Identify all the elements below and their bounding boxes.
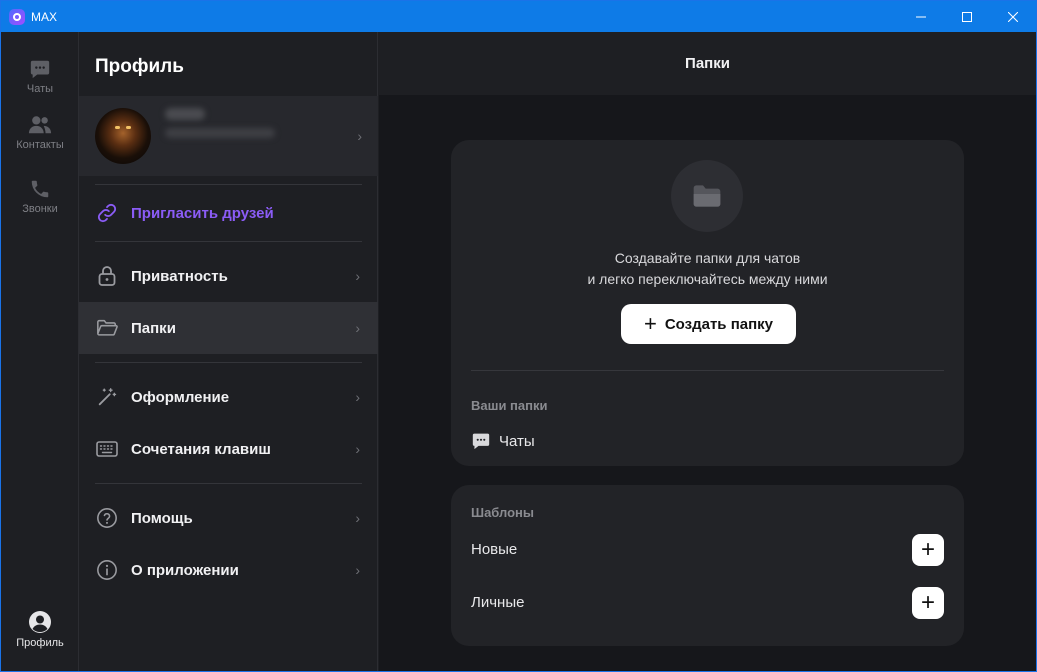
menu-label-appearance: Оформление [131,388,230,406]
menu-label-folders: Папки [131,319,176,337]
window-title: MAX [31,9,58,24]
menu-label-help: Помощь [131,509,193,527]
contacts-icon [28,116,52,134]
avatar [95,108,151,164]
app-logo-icon [9,8,25,25]
content-header: Папки [379,32,1036,95]
menu-item-about[interactable]: О приложении › [79,544,378,596]
maximize-icon [962,11,972,22]
folder-illustration [671,160,743,232]
lock-icon [95,264,119,288]
rail-item-calls[interactable]: Звонки [1,178,79,215]
add-template-personal-button[interactable]: + [912,587,944,619]
magic-wand-icon [95,385,119,409]
panel-title: Профиль [95,56,184,77]
template-label-personal: Личные [471,594,525,611]
close-icon [1008,11,1018,22]
profile-card[interactable]: › [79,96,378,176]
create-folder-label: Создать папку [664,315,774,333]
menu-item-shortcuts[interactable]: Сочетания клавиш › [79,423,378,475]
rail-label-contacts: Контакты [16,139,64,151]
invite-friends-button[interactable]: Пригласить друзей [79,187,378,239]
app-window: MAX Чаты Контакты Звонки Профиль Профиль… [0,0,1037,672]
chevron-right-icon: › [355,320,360,336]
promo-text: Создавайте папки для чатов и легко перек… [451,248,964,290]
menu-item-privacy[interactable]: Приватность › [79,250,378,302]
rail-label-chats: Чаты [26,83,54,95]
rail-label-profile: Профиль [16,637,64,649]
rail-item-chats[interactable]: Чаты [1,58,79,95]
chevron-right-icon: › [355,268,360,284]
templates-card: Шаблоны Новые + Личные + [451,485,964,646]
folders-content: Папки Создавайте папки для чатов и легко… [379,32,1036,671]
divider [471,370,944,371]
link-icon [95,201,119,225]
chevron-right-icon: › [355,562,360,578]
info-circle-icon [95,558,119,582]
divider [95,184,362,185]
chevron-right-icon: › [355,441,360,457]
minimize-icon [916,16,926,17]
divider [95,362,362,363]
chevron-right-icon: › [355,510,360,526]
folder-item[interactable]: Чаты [471,432,535,450]
add-template-new-button[interactable]: + [912,534,944,566]
plus-icon: + [643,311,657,336]
menu-item-help[interactable]: Помощь › [79,492,378,544]
menu-label-about: О приложении [131,561,239,579]
help-circle-icon [95,506,119,530]
profile-panel: Профиль › Пригласить друзей Приватность … [79,32,378,671]
promo-line-2: и легко переключайтесь между ними [587,271,828,287]
invite-friends-label: Пригласить друзей [131,204,274,222]
your-folders-title: Ваши папки [471,398,548,413]
template-label-new: Новые [471,541,518,558]
folders-card: Создавайте папки для чатов и легко перек… [451,140,964,466]
menu-item-folders[interactable]: Папки › [79,302,378,354]
profile-name-redacted [165,108,205,120]
maximize-button[interactable] [944,1,990,32]
menu-label-shortcuts: Сочетания клавиш [131,440,271,458]
divider [95,483,362,484]
chevron-right-icon: › [357,128,362,144]
rail-label-calls: Звонки [22,203,58,215]
chat-bubble-icon [30,60,50,79]
folder-open-icon [95,316,119,340]
rail-item-contacts[interactable]: Контакты [1,114,79,151]
close-button[interactable] [990,1,1036,32]
chat-bubble-icon [472,433,490,450]
plus-icon: + [920,536,935,563]
profile-icon [29,611,51,633]
promo-line-1: Создавайте папки для чатов [614,250,801,266]
rail-item-profile[interactable]: Профиль [1,610,79,649]
folder-name: Чаты [499,432,535,450]
nav-rail: Чаты Контакты Звонки Профиль [1,32,79,671]
create-folder-button[interactable]: + Создать папку [621,304,796,344]
minimize-button[interactable] [898,1,944,32]
plus-icon: + [920,589,935,616]
title-bar: MAX [1,1,1036,32]
profile-phone-redacted [165,128,275,138]
divider [95,241,362,242]
chevron-right-icon: › [355,389,360,405]
folder-icon [693,185,721,207]
phone-icon [31,180,49,198]
templates-title: Шаблоны [471,505,534,520]
keyboard-icon [95,437,119,461]
menu-label-privacy: Приватность [131,267,228,285]
menu-item-appearance[interactable]: Оформление › [79,371,378,423]
